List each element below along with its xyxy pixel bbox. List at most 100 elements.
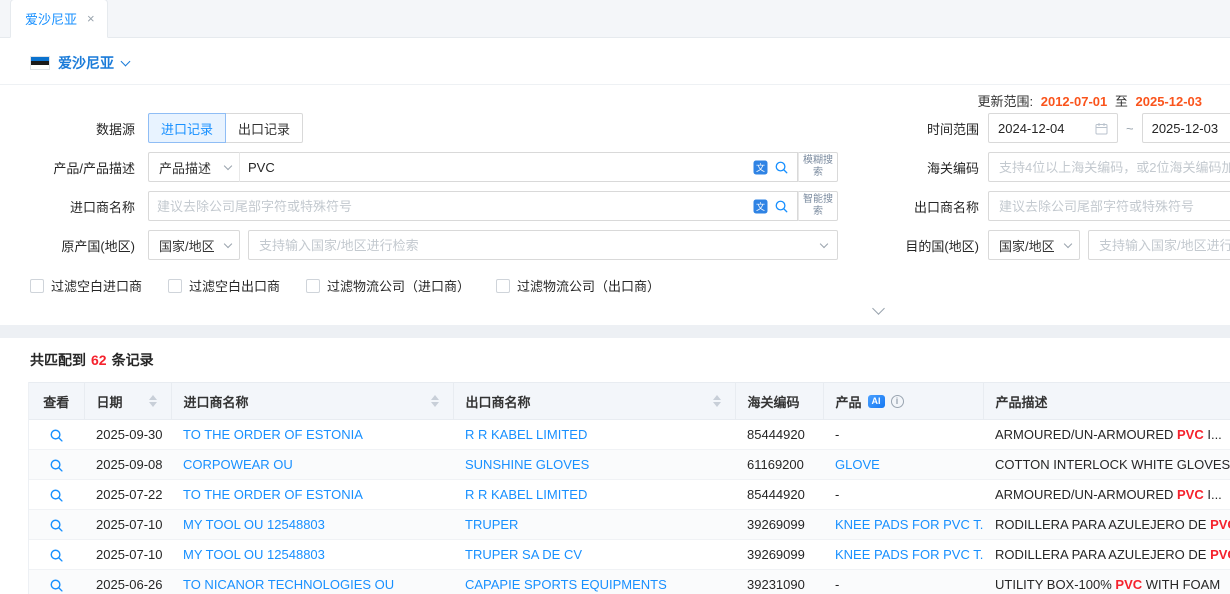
importer-link[interactable]: TO THE ORDER OF ESTONIA (183, 487, 363, 502)
column-label: 产品 (836, 392, 862, 411)
magnifier-icon[interactable] (49, 578, 64, 593)
importer-link[interactable]: TO THE ORDER OF ESTONIA (183, 427, 363, 442)
search-help-icon[interactable] (774, 199, 789, 214)
sort-icon[interactable] (431, 395, 441, 407)
ai-badge: AI (868, 395, 885, 408)
update-range: 更新范围: 2012-07-01 至 2025-12-03 (0, 91, 1230, 113)
product-link[interactable]: GLOVE (835, 457, 880, 472)
destination-country-input[interactable] (1099, 238, 1230, 253)
hs-code-cell: 39269099 (735, 510, 823, 540)
chevron-down-icon (224, 239, 232, 247)
filter-checkbox-1[interactable]: 过滤空白进口商 (30, 276, 142, 295)
origin-country-input[interactable] (259, 238, 815, 253)
origin-label: 原产国(地区) (0, 236, 148, 255)
start-date-value: 2024-12-04 (998, 121, 1089, 136)
chevron-down-icon (1064, 239, 1072, 247)
product-search-input[interactable] (248, 160, 747, 175)
country-name[interactable]: 爱沙尼亚 (58, 53, 114, 73)
product-cell: GLOVE (823, 450, 983, 480)
magnifier-icon[interactable] (49, 428, 64, 443)
product-text: - (835, 487, 839, 502)
close-icon[interactable]: × (87, 12, 95, 25)
importer-link[interactable]: CORPOWEAR OU (183, 457, 293, 472)
description-cell: COTTON INTERLOCK WHITE GLOVES... (983, 450, 1230, 480)
magnifier-icon[interactable] (49, 518, 64, 533)
description-cell: ARMOURED/UN-ARMOURED PVC I... (983, 420, 1230, 450)
description-cell: RODILLERA PARA AZULEJERO DE PVC (983, 510, 1230, 540)
view-cell (29, 480, 84, 510)
importer-cell: TO THE ORDER OF ESTONIA (171, 420, 453, 450)
date-separator: ~ (1126, 121, 1134, 136)
results-panel: 共匹配到62条记录 查看日期进口商名称出口商名称海关编码产品AIi产品描述 20… (0, 338, 1230, 594)
column-header-4[interactable]: 出口商名称 (453, 383, 735, 420)
form-row-product: 产品/产品描述 产品描述 文 模糊搜索 海关编码 (0, 152, 1230, 182)
collapse-bar (0, 301, 1230, 325)
exporter-name-input[interactable] (988, 191, 1230, 221)
view-cell (29, 450, 84, 480)
results-table: 查看日期进口商名称出口商名称海关编码产品AIi产品描述 2025-09-30TO… (29, 382, 1230, 594)
product-cell: KNEE PADS FOR PVC T... (823, 510, 983, 540)
column-header-5: 海关编码 (735, 383, 823, 420)
product-type-select[interactable]: 产品描述 (148, 152, 240, 182)
import-records-button[interactable]: 进口记录 (148, 113, 226, 143)
filter-checkbox-4[interactable]: 过滤物流公司（出口商） (496, 276, 660, 295)
sort-icon[interactable] (149, 395, 159, 407)
export-records-button[interactable]: 出口记录 (226, 113, 303, 143)
checkbox-icon (30, 279, 44, 293)
importer-link[interactable]: MY TOOL OU 12548803 (183, 517, 325, 532)
exporter-link[interactable]: TRUPER SA DE CV (465, 547, 582, 562)
column-header-3[interactable]: 进口商名称 (171, 383, 453, 420)
magnifier-icon[interactable] (49, 458, 64, 473)
filter-checkbox-3[interactable]: 过滤物流公司（进口商） (306, 276, 470, 295)
origin-type-select[interactable]: 国家/地区 (148, 230, 240, 260)
product-cell: - (823, 570, 983, 594)
exporter-link[interactable]: TRUPER (465, 517, 518, 532)
exporter-link[interactable]: SUNSHINE GLOVES (465, 457, 589, 472)
info-circle-icon[interactable]: i (891, 395, 904, 408)
collapse-chevron-icon[interactable] (872, 302, 885, 315)
end-date-input[interactable]: 2025-12-03 (1142, 113, 1230, 143)
exporter-cell: SUNSHINE GLOVES (453, 450, 735, 480)
summary-prefix: 共匹配到 (30, 352, 86, 368)
start-date-input[interactable]: 2024-12-04 (988, 113, 1118, 143)
product-label: 产品/产品描述 (0, 158, 148, 177)
filter-checkbox-label: 过滤空白进口商 (51, 276, 142, 295)
column-label: 日期 (97, 392, 123, 411)
translate-icon[interactable]: 文 (753, 160, 768, 175)
product-cell: - (823, 420, 983, 450)
importer-cell: TO THE ORDER OF ESTONIA (171, 480, 453, 510)
importer-name-input[interactable] (157, 199, 747, 214)
update-range-to: 至 (1115, 94, 1128, 109)
importer-link[interactable]: TO NICANOR TECHNOLOGIES OU (183, 577, 394, 592)
results-header-row: 查看日期进口商名称出口商名称海关编码产品AIi产品描述 (29, 383, 1230, 420)
magnifier-icon[interactable] (49, 548, 64, 563)
hs-code-input[interactable] (988, 152, 1230, 182)
column-header-2[interactable]: 日期 (84, 383, 171, 420)
sort-icon[interactable] (713, 395, 723, 407)
view-cell (29, 540, 84, 570)
exporter-link[interactable]: CAPAPIE SPORTS EQUIPMENTS (465, 577, 667, 592)
exporter-label: 出口商名称 (838, 197, 988, 216)
search-help-icon[interactable] (774, 160, 789, 175)
column-header-7: 产品描述 (983, 383, 1230, 420)
update-range-start: 2012-07-01 (1041, 94, 1108, 109)
filter-checkbox-2[interactable]: 过滤空白出口商 (168, 276, 280, 295)
destination-type-select[interactable]: 国家/地区 (988, 230, 1080, 260)
product-link[interactable]: KNEE PADS FOR PVC T... (835, 517, 983, 532)
destination-type-value: 国家/地区 (999, 236, 1055, 255)
product-link[interactable]: KNEE PADS FOR PVC T... (835, 547, 983, 562)
magnifier-icon[interactable] (49, 488, 64, 503)
smart-search-toggle[interactable]: 智能搜索 (798, 191, 838, 221)
tab-estonia[interactable]: 爱沙尼亚 × (10, 0, 108, 38)
translate-icon[interactable]: 文 (753, 199, 768, 214)
exporter-link[interactable]: R R KABEL LIMITED (465, 427, 587, 442)
date-cell: 2025-07-10 (84, 540, 171, 570)
filter-checkbox-label: 过滤物流公司（出口商） (517, 276, 660, 295)
chevron-down-icon[interactable] (121, 56, 131, 66)
importer-link[interactable]: MY TOOL OU 12548803 (183, 547, 325, 562)
fuzzy-search-toggle[interactable]: 模糊搜索 (798, 152, 838, 182)
exporter-cell: TRUPER (453, 510, 735, 540)
product-type-value: 产品描述 (159, 158, 211, 177)
exporter-link[interactable]: R R KABEL LIMITED (465, 487, 587, 502)
result-row-6: 2025-06-26TO NICANOR TECHNOLOGIES OUCAPA… (29, 570, 1230, 594)
